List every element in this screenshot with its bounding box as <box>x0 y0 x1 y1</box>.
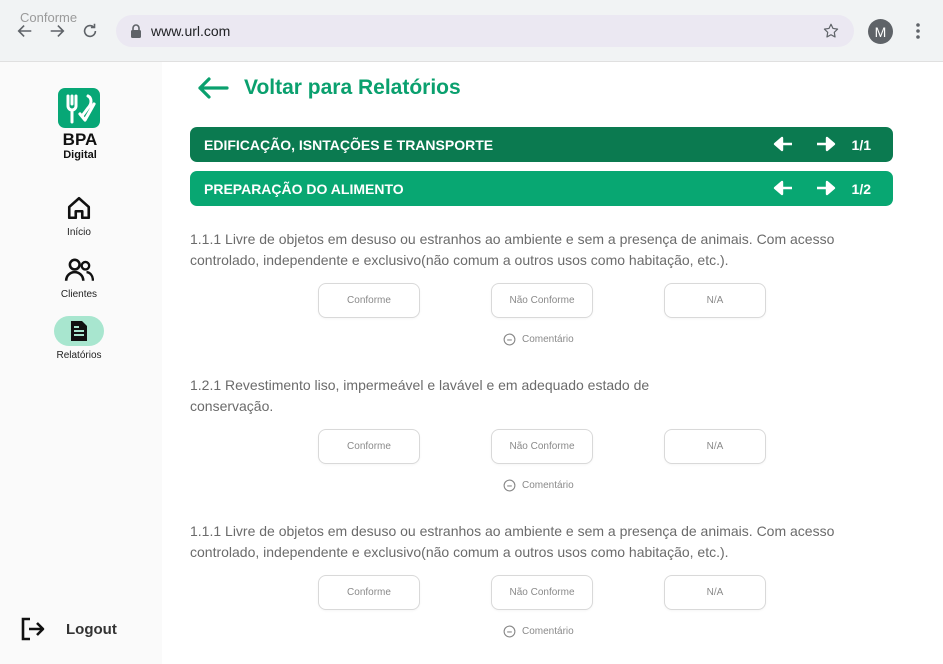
sidebar-item-relatorios[interactable]: Relatórios <box>39 316 119 361</box>
section-bar-edificacao[interactable]: EDIFICAÇÃO, ISNTAÇÕES E TRANSPORTE 1/1 <box>190 127 893 162</box>
logo-subtitle: Digital <box>63 149 97 161</box>
conforme-button[interactable]: Conforme <box>318 429 420 464</box>
next-arrow-icon[interactable] <box>816 136 836 152</box>
logo-icon <box>58 88 100 128</box>
logout-icon <box>21 617 45 641</box>
sidebar-item-label: Clientes <box>60 289 98 300</box>
section-bar-preparacao[interactable]: PREPARAÇÃO DO ALIMENTO 1/2 <box>190 171 893 206</box>
sidebar-item-clientes[interactable]: Clientes <box>39 255 119 300</box>
back-to-reports-link[interactable]: Voltar para Relatórios <box>196 76 461 100</box>
next-arrow-icon[interactable] <box>816 180 836 196</box>
browser-toolbar: Conforme www.url.com M <box>0 0 943 62</box>
address-bar[interactable]: www.url.com <box>116 15 854 47</box>
comment-icon <box>503 625 516 638</box>
url-text: www.url.com <box>151 23 231 39</box>
conforme-button[interactable]: Conforme <box>318 575 420 610</box>
logo-title: BPA <box>62 130 98 149</box>
na-button[interactable]: N/A <box>664 575 766 610</box>
nao-conforme-button[interactable]: Não Conforme <box>491 429 593 464</box>
menu-kebab-icon[interactable] <box>910 21 926 41</box>
nao-conforme-button[interactable]: Não Conforme <box>491 283 593 318</box>
comment-link[interactable]: Comentário <box>503 333 574 346</box>
reload-icon[interactable] <box>79 20 101 42</box>
comment-link[interactable]: Comentário <box>503 625 574 638</box>
prev-arrow-icon[interactable] <box>773 136 793 152</box>
lock-icon <box>131 24 141 38</box>
prev-arrow-icon[interactable] <box>773 180 793 196</box>
conforme-button[interactable]: Conforme <box>318 283 420 318</box>
question-text: 1.2.1 Revestimento liso, impermeável e l… <box>190 377 650 414</box>
comment-label: Comentário <box>522 334 574 345</box>
comment-icon <box>503 333 516 346</box>
na-button[interactable]: N/A <box>664 283 766 318</box>
sidebar-item-inicio[interactable]: Início <box>39 193 119 238</box>
back-arrow-icon[interactable] <box>14 20 36 42</box>
comment-label: Comentário <box>522 480 574 491</box>
bookmark-star-icon[interactable] <box>822 22 840 40</box>
logout-button[interactable]: Logout <box>20 616 117 642</box>
section-counter: 1/1 <box>851 137 871 153</box>
document-icon <box>54 316 104 346</box>
comment-label: Comentário <box>522 626 574 637</box>
section-title: EDIFICAÇÃO, ISNTAÇÕES E TRANSPORTE <box>204 137 494 153</box>
na-button[interactable]: N/A <box>664 429 766 464</box>
section-title: PREPARAÇÃO DO ALIMENTO <box>204 181 404 197</box>
logout-label: Logout <box>66 620 117 638</box>
profile-avatar[interactable]: M <box>868 19 893 44</box>
forward-arrow-icon[interactable] <box>46 20 68 42</box>
question-text: 1.1.1 Livre de objetos em desuso ou estr… <box>190 231 835 268</box>
comment-link[interactable]: Comentário <box>503 479 574 492</box>
home-icon <box>54 193 104 223</box>
users-icon <box>54 255 104 285</box>
nao-conforme-button[interactable]: Não Conforme <box>491 575 593 610</box>
comment-icon <box>503 479 516 492</box>
question-text: 1.1.1 Livre de objetos em desuso ou estr… <box>190 523 835 560</box>
sidebar-item-label: Início <box>67 227 91 238</box>
sidebar-item-label: Relatórios <box>56 350 102 361</box>
section-counter: 1/2 <box>851 181 871 197</box>
back-label: Voltar para Relatórios <box>244 76 461 99</box>
back-arrow-icon <box>198 77 229 99</box>
sidebar: BPA Digital Início Clientes Relatórios L… <box>0 62 162 664</box>
